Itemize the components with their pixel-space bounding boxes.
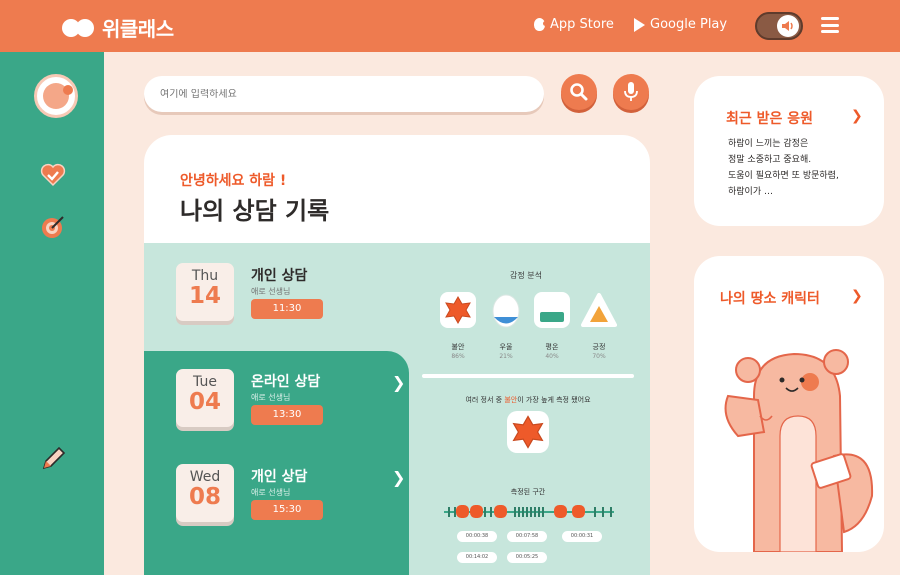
result-suffix: 이 가장 높게 측정 됐어요: [517, 396, 591, 404]
session-type: 개인 상담: [251, 268, 308, 284]
timeline-marker[interactable]: [494, 505, 507, 518]
measurement-timeline: [444, 504, 614, 520]
result-highlight: 불안: [504, 396, 518, 404]
google-play-label: Google Play: [650, 17, 728, 32]
session-time: 13:30: [251, 405, 323, 425]
logo-icon: [62, 17, 96, 39]
chevron-right-icon[interactable]: ❯: [851, 288, 863, 304]
session-teacher: 애로 선생님: [251, 393, 291, 402]
pencil-icon[interactable]: [40, 446, 66, 472]
timestamp: 00:00:38: [457, 531, 497, 542]
cheer-text-line: 정말 소중하고 중요해.: [728, 155, 812, 165]
top-bar: 위클래스 App Store Google Play: [0, 0, 900, 52]
timeline-marker[interactable]: [470, 505, 483, 518]
emotion-analysis-title: 감정 분석: [510, 271, 542, 280]
result-prefix: 여러 정서 중: [465, 396, 505, 404]
emotion-name: 평온: [545, 343, 559, 351]
recent-cheer-title: 최근 받은 응원: [726, 111, 814, 127]
timestamp: 00:14:02: [457, 552, 497, 563]
emotion-percent: 21%: [499, 353, 513, 360]
depression-icon: [488, 292, 524, 328]
session-type: 개인 상담: [251, 469, 308, 485]
logo-text: 위클래스: [102, 17, 174, 41]
anxiety-icon: [507, 411, 549, 453]
session-teacher: 애로 선생님: [251, 287, 291, 296]
emotion-item: 불안 86%: [438, 292, 478, 360]
menu-icon[interactable]: [821, 17, 839, 33]
avatar[interactable]: [34, 74, 78, 118]
app-store-link[interactable]: App Store: [534, 17, 614, 32]
emotion-name: 불안: [451, 343, 465, 351]
sound-toggle[interactable]: [755, 12, 803, 40]
timeline-marker[interactable]: [456, 505, 469, 518]
character-illustration: [724, 349, 874, 552]
session-day: Thu: [191, 268, 219, 284]
emotion-name: 긍정: [592, 343, 606, 351]
session-item[interactable]: Wed 08 개인 상담 애로 선생님 15:30 ❯: [176, 464, 406, 530]
greeting: 안녕하세요 하람 !: [180, 173, 287, 189]
speaker-icon: [777, 15, 799, 37]
emotion-result-message: 여러 정서 중 불안이 가장 높게 측정 됐어요: [414, 395, 642, 405]
my-character-title: 나의 땅소 캐릭터: [720, 291, 820, 307]
timeline-marker[interactable]: [554, 505, 567, 518]
emotion-item: 우울 21%: [486, 292, 526, 360]
session-date: 04: [188, 389, 221, 415]
microphone-icon[interactable]: [613, 74, 649, 110]
calendar-badge: Tue 04: [176, 369, 234, 427]
counseling-record-card: 안녕하세요 하람 ! 나의 상담 기록 Thu 14 개인 상담 애로 선생님 …: [144, 135, 650, 575]
emotion-item: 긍정 70%: [579, 292, 619, 360]
cheer-text-line: 도움이 필요하면 또 방문하렴,: [728, 171, 839, 181]
chevron-right-icon[interactable]: ❯: [851, 108, 863, 124]
timestamp: 00:05:25: [507, 552, 547, 563]
anxiety-icon: [440, 292, 476, 328]
app-store-label: App Store: [550, 17, 614, 32]
timestamp: 00:07:58: [507, 531, 547, 542]
chevron-right-icon[interactable]: ❯: [392, 373, 405, 392]
avatar-icon: [43, 83, 73, 109]
google-play-link[interactable]: Google Play: [634, 17, 727, 32]
search-bar: [144, 76, 544, 112]
measured-range-label: 측정된 구간: [510, 488, 546, 496]
google-play-icon: [634, 17, 645, 32]
positive-icon: [581, 292, 617, 328]
session-type: 온라인 상담: [251, 374, 321, 390]
session-date: 14: [188, 283, 221, 309]
heart-check-icon[interactable]: [40, 162, 66, 188]
recent-cheer-card[interactable]: 최근 받은 응원 ❯ 하람이 느끼는 감정은 정말 소중하고 중요해. 도움이 …: [694, 76, 884, 226]
session-day: Wed: [189, 469, 221, 485]
calm-icon: [534, 292, 570, 328]
chevron-right-icon[interactable]: ❯: [392, 468, 405, 487]
search-icon[interactable]: [561, 74, 597, 110]
search-input[interactable]: [160, 88, 528, 100]
session-item[interactable]: Tue 04 온라인 상담 애로 선생님 13:30 ❯: [176, 369, 406, 435]
cheer-text-line: 하람이가 …: [728, 187, 773, 197]
target-icon[interactable]: [40, 214, 66, 240]
logo[interactable]: 위클래스: [62, 13, 174, 42]
emotion-percent: 40%: [545, 353, 559, 360]
session-time: 15:30: [251, 500, 323, 520]
cheer-text-line: 하람이 느끼는 감정은: [728, 139, 809, 149]
session-time: 11:30: [251, 299, 323, 319]
session-teacher: 애로 선생님: [251, 488, 291, 497]
emotion-percent: 70%: [592, 353, 606, 360]
session-date: 08: [188, 484, 221, 510]
sidebar: [0, 52, 104, 575]
divider: [422, 374, 634, 378]
emotion-name: 우울: [499, 343, 513, 351]
emotion-item: 평온 40%: [532, 292, 572, 360]
timeline-marker[interactable]: [572, 505, 585, 518]
session-item[interactable]: Thu 14 개인 상담 애로 선생님 11:30: [176, 263, 406, 329]
my-character-card[interactable]: 나의 땅소 캐릭터 ❯: [694, 256, 884, 552]
emotion-percent: 86%: [451, 353, 465, 360]
apple-icon: [534, 18, 548, 31]
session-day: Tue: [193, 374, 217, 390]
calendar-badge: Wed 08: [176, 464, 234, 522]
timestamp: 00:00:31: [562, 531, 602, 542]
page-title: 나의 상담 기록: [180, 197, 330, 225]
calendar-badge: Thu 14: [176, 263, 234, 321]
